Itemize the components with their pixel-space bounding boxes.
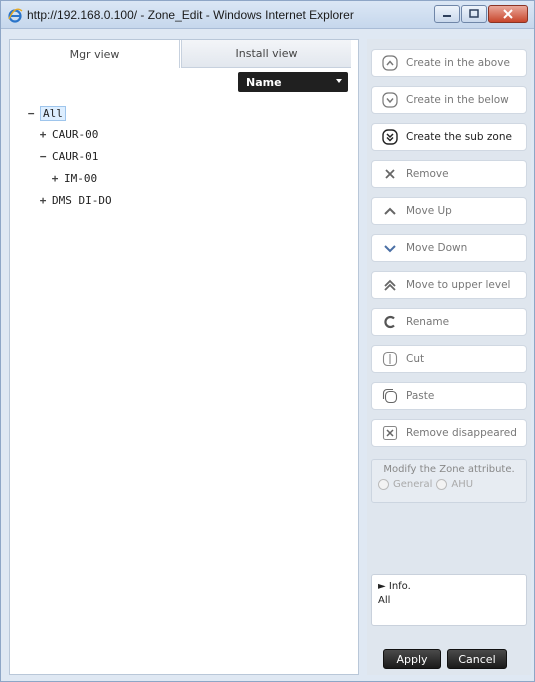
close-button[interactable] (488, 5, 528, 23)
close-icon (503, 9, 513, 19)
tab-install-view[interactable]: Install view (181, 40, 351, 68)
info-value: All (378, 595, 391, 606)
expand-icon[interactable]: + (50, 172, 60, 185)
sort-select[interactable]: Name (238, 72, 348, 92)
action-label: Remove (406, 168, 449, 180)
action-label: Create the sub zone (406, 131, 512, 143)
tree-node-label[interactable]: CAUR-00 (52, 128, 98, 141)
remove-button[interactable]: Remove (371, 160, 527, 188)
zone-attribute-box: Modify the Zone attribute. General AHU (371, 459, 527, 503)
tab-mgr-view[interactable]: Mgr view (10, 40, 180, 68)
tree-node-dms-di-do[interactable]: + DMS DI-DO (38, 194, 112, 207)
title-bar: http://192.168.0.100/ - Zone_Edit - Wind… (1, 1, 534, 29)
dropdown-arrow-icon (336, 79, 342, 83)
rename-icon (384, 315, 395, 329)
cancel-button[interactable]: Cancel (447, 649, 507, 669)
expand-icon[interactable]: + (38, 128, 48, 141)
circle-down-icon (382, 92, 398, 108)
action-label: Cut (406, 353, 425, 365)
double-chevron-up-icon (384, 279, 396, 291)
ahu-radio-label: AHU (451, 479, 474, 490)
chevron-down-icon (384, 245, 396, 253)
maximize-icon (469, 9, 479, 18)
ie-logo-icon (8, 8, 23, 23)
move-upper-level-button[interactable]: Move to upper level (371, 271, 527, 299)
info-box: ► Info. All (371, 574, 527, 626)
x-icon (385, 169, 395, 179)
action-label: Move Up (406, 205, 452, 217)
zone-tree-panel: Mgr view Install view Name − All + CAUR-… (9, 39, 359, 675)
action-label: Move Down (406, 242, 468, 254)
action-label: Paste (406, 390, 435, 402)
sort-select-value: Name (246, 75, 282, 89)
minimize-button[interactable] (434, 5, 460, 23)
general-radio-label: General (393, 479, 433, 490)
expand-icon[interactable]: + (38, 194, 48, 207)
create-sub-zone-button[interactable]: Create the sub zone (371, 123, 527, 151)
tree-node-label[interactable]: DMS DI-DO (52, 194, 112, 207)
tree-node-label[interactable]: All (40, 106, 66, 121)
remove-disappeared-button[interactable]: Remove disappeared (371, 419, 527, 447)
ie-window: http://192.168.0.100/ - Zone_Edit - Wind… (0, 0, 535, 682)
move-down-button[interactable]: Move Down (371, 234, 527, 262)
cut-icon (382, 351, 398, 367)
move-up-button[interactable]: Move Up (371, 197, 527, 225)
window-title: http://192.168.0.100/ - Zone_Edit - Wind… (27, 8, 354, 22)
action-label: Move to upper level (406, 279, 511, 291)
apply-button[interactable]: Apply (383, 649, 441, 669)
tree-node-all[interactable]: − All (26, 106, 66, 121)
cut-button[interactable]: Cut (371, 345, 527, 373)
maximize-button[interactable] (461, 5, 487, 23)
minimize-icon (443, 15, 451, 17)
action-label: Remove disappeared (406, 427, 517, 439)
circle-up-icon (382, 55, 398, 71)
tree-node-label[interactable]: IM-00 (64, 172, 97, 185)
ahu-radio[interactable] (436, 479, 448, 490)
circle-double-down-icon (382, 129, 398, 145)
chevron-up-icon (384, 207, 396, 215)
tree-node-im-00[interactable]: + IM-00 (50, 172, 97, 185)
paste-button[interactable]: Paste (371, 382, 527, 410)
general-radio[interactable] (378, 479, 389, 490)
create-below-button[interactable]: Create in the below (371, 86, 527, 114)
create-above-button[interactable]: Create in the above (371, 49, 527, 77)
actions-panel: Create in the above Create in the below … (367, 39, 531, 675)
action-label: Create in the above (406, 57, 510, 69)
collapse-icon[interactable]: − (26, 107, 36, 120)
action-label: Create in the below (406, 94, 509, 106)
info-title: ► Info. (378, 581, 411, 592)
action-label: Rename (406, 316, 450, 328)
rename-button[interactable]: Rename (371, 308, 527, 336)
tree-node-caur-01[interactable]: − CAUR-01 (38, 150, 99, 163)
zone-attribute-title: Modify the Zone attribute. (383, 464, 515, 475)
tree-node-caur-00[interactable]: + CAUR-00 (38, 128, 99, 141)
boxed-x-icon (382, 425, 398, 441)
paste-icon (382, 388, 398, 404)
collapse-icon[interactable]: − (38, 150, 48, 163)
tree-node-label[interactable]: CAUR-01 (52, 150, 98, 163)
